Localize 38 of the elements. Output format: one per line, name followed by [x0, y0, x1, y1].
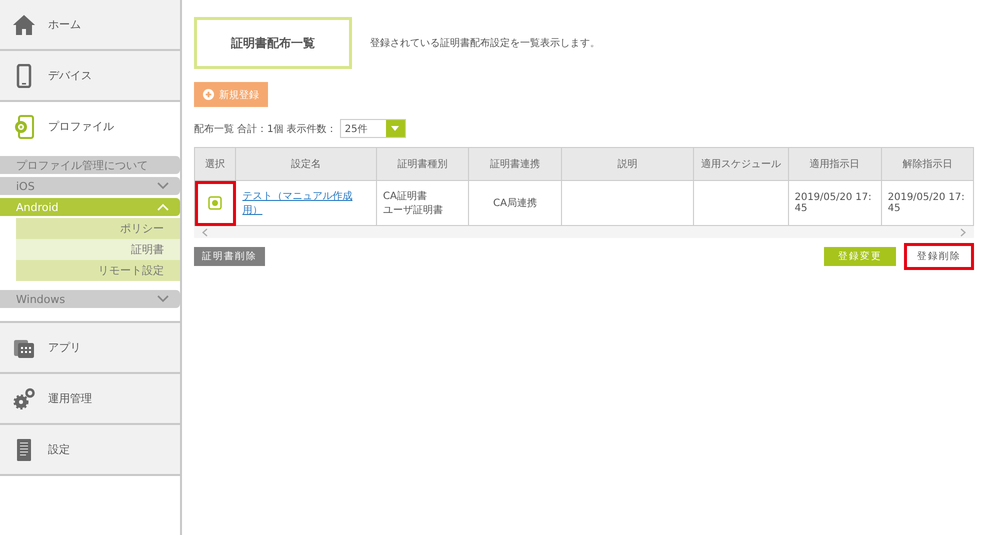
horizontal-scrollbar[interactable]	[194, 226, 974, 238]
sidebar-section[interactable]: Windows	[0, 290, 180, 308]
submenu-item[interactable]: 証明書	[16, 239, 180, 260]
phone-gear-icon	[12, 114, 36, 138]
column-header: 適用スケジュール	[693, 148, 788, 180]
nav-item[interactable]: ホーム	[0, 0, 180, 51]
plus-icon	[203, 89, 214, 100]
action-button[interactable]: 登録削除	[904, 243, 974, 270]
column-header: 説明	[561, 148, 694, 180]
page-title: 証明書配布一覧	[194, 17, 352, 69]
chevron-down-icon	[156, 181, 170, 191]
sidebar-section[interactable]: プロファイル管理について	[0, 156, 180, 174]
sidebar-section[interactable]: iOS	[0, 177, 180, 195]
page-size-select[interactable]: 25件	[340, 119, 406, 138]
nav-item[interactable]: デバイス	[0, 51, 180, 102]
home-icon	[12, 12, 36, 36]
summary-text: 配布一覧 合計：1個 表示件数：	[194, 122, 337, 136]
column-header: 解除指示日	[881, 148, 974, 180]
scroll-right-icon	[960, 228, 966, 236]
scroll-left-icon	[202, 228, 208, 236]
chevron-up-icon	[156, 202, 170, 212]
nav-item[interactable]: アプリ	[0, 321, 180, 374]
dropdown-arrow-icon	[390, 125, 400, 132]
submenu-item[interactable]: ポリシー	[16, 218, 180, 239]
column-header: 証明書連携	[468, 148, 562, 180]
action-button[interactable]: 登録変更	[824, 247, 896, 266]
page-description: 登録されている証明書配布設定を一覧表示します。	[370, 36, 600, 50]
column-header: 選択	[194, 148, 236, 180]
column-header: 証明書種別	[376, 148, 469, 180]
nav-item[interactable]: 設定	[0, 425, 180, 476]
action-button[interactable]: 証明書削除	[194, 247, 265, 266]
column-header: 適用指示日	[788, 148, 882, 180]
submenu-item[interactable]: リモート設定	[16, 260, 180, 281]
column-header: 設定名	[236, 148, 377, 180]
chevron-down-icon	[156, 294, 170, 304]
nav-item[interactable]: 運用管理	[0, 374, 180, 425]
gears-icon	[12, 386, 36, 410]
radio-button[interactable]	[208, 196, 222, 210]
